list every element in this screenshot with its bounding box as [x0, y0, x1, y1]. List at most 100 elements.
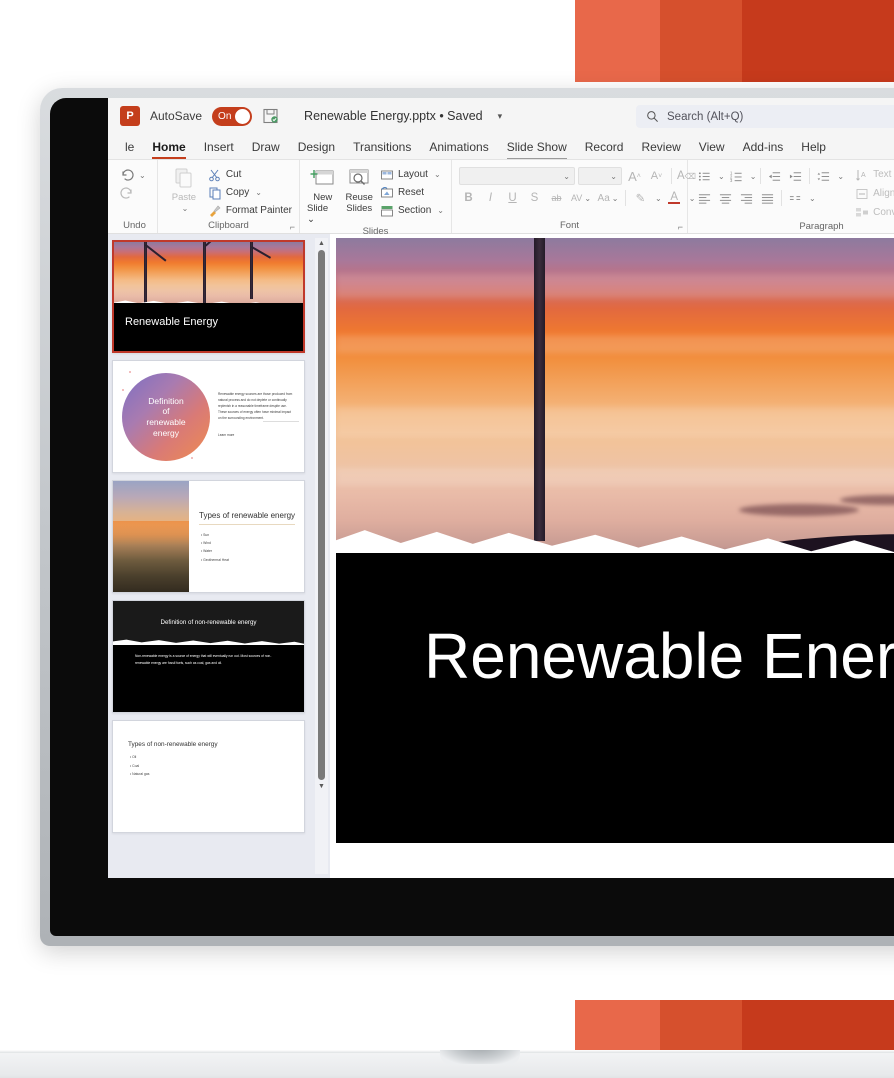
scroll-down-arrow-icon[interactable]: ▼ — [318, 781, 325, 792]
convert-to-smartart-button[interactable]: Convert to SmartArt ⌄ — [855, 204, 894, 221]
font-size-caret-icon[interactable]: ⌄ — [610, 172, 617, 181]
decrease-indent-button[interactable] — [765, 167, 784, 185]
paste-button[interactable]: Paste ⌄ — [165, 163, 203, 213]
font-dialog-launcher-icon[interactable]: ⌐ — [678, 222, 683, 232]
underline-button[interactable]: U — [503, 189, 522, 207]
font-color-button[interactable]: A — [665, 189, 684, 207]
numbering-button[interactable]: 123 — [727, 167, 746, 185]
reset-button[interactable]: Reset — [380, 184, 444, 201]
text-highlight-button[interactable]: ✎ — [631, 189, 650, 207]
italic-button[interactable]: I — [481, 189, 500, 207]
undo-arrow-icon[interactable] — [119, 167, 135, 183]
slide-thumbnail-5[interactable]: Types of non-renewable energy • Oil • Co… — [112, 720, 305, 833]
tab-help[interactable]: Help — [792, 138, 835, 159]
scissors-icon — [208, 168, 222, 182]
bullets-caret-icon[interactable]: ⌄ — [718, 172, 725, 181]
tab-home[interactable]: Home — [143, 138, 194, 159]
cut-button[interactable]: Cut — [208, 166, 292, 183]
decrease-font-size-button[interactable]: A ˅ — [647, 167, 666, 185]
clear-formatting-glyph: A — [677, 170, 685, 182]
tab-add-ins[interactable]: Add-ins — [734, 138, 793, 159]
slide-thumbnail-4[interactable]: Definition of non-renewable energy Non-r… — [112, 600, 305, 713]
font-name-caret-icon[interactable]: ⌄ — [563, 172, 570, 181]
align-left-button[interactable] — [695, 189, 714, 207]
save-icon[interactable] — [262, 107, 280, 125]
tab-review[interactable]: Review — [632, 138, 689, 159]
slide-thumbnail-2[interactable]: Definition of renewable energy Renewable… — [112, 360, 305, 473]
clipboard-dialog-launcher-icon[interactable]: ⌐ — [290, 222, 295, 232]
underline-glyph: U — [508, 192, 517, 204]
columns-caret-icon[interactable]: ⌄ — [809, 194, 816, 203]
tab-view[interactable]: View — [690, 138, 734, 159]
layout-button[interactable]: Layout ⌄ — [380, 166, 444, 183]
tab-file[interactable]: le — [116, 138, 143, 159]
increase-indent-button[interactable] — [786, 167, 805, 185]
thumbnail-scrollbar[interactable]: ▲ ▼ — [315, 238, 328, 874]
font-size-select[interactable]: ⌄ — [578, 167, 622, 185]
tab-insert[interactable]: Insert — [195, 138, 243, 159]
numbering-caret-icon[interactable]: ⌄ — [750, 172, 757, 181]
scroll-up-arrow-icon[interactable]: ▲ — [318, 238, 325, 249]
format-painter-button[interactable]: Format Painter — [208, 202, 292, 219]
paste-caret-icon[interactable]: ⌄ — [182, 204, 189, 213]
reuse-slides-button[interactable]: Reuse Slides — [343, 163, 374, 215]
layout-caret-icon[interactable]: ⌄ — [434, 170, 441, 179]
section-caret-icon[interactable]: ⌄ — [437, 206, 444, 215]
tab-animations[interactable]: Animations — [420, 138, 497, 159]
tab-transitions[interactable]: Transitions — [344, 138, 420, 159]
undo-caret-icon[interactable]: ⌄ — [139, 171, 146, 180]
change-case-caret-icon[interactable]: ⌄ — [612, 194, 619, 203]
ribbon-group-font: ⌄ ⌄ A ˄ A ˅ A ⌫ B I U S ab AV ⌄ Aa ⌄ ✎ ⌄… — [452, 160, 696, 233]
toggle-knob — [235, 108, 251, 124]
sunset-scene — [114, 242, 303, 351]
line-spacing-caret-icon[interactable]: ⌄ — [837, 172, 844, 181]
tab-record[interactable]: Record — [576, 138, 633, 159]
search-input[interactable]: Search (Alt+Q) — [636, 105, 894, 128]
text-shadow-button[interactable]: S — [525, 189, 544, 207]
align-right-button[interactable] — [737, 189, 756, 207]
change-case-button[interactable]: Aa ⌄ — [596, 189, 620, 207]
format-painter-label: Format Painter — [225, 205, 292, 216]
reuse-slides-label-2: Slides — [346, 202, 373, 214]
slide-thumbnail-3[interactable]: Types of renewable energy • Sun • Wind •… — [112, 480, 305, 593]
text-direction-button[interactable]: A Text Direction ⌄ — [855, 166, 894, 183]
strikethrough-button[interactable]: ab — [547, 189, 566, 207]
cut-label: Cut — [225, 169, 242, 180]
new-slide-button[interactable]: New Slide ⌄ — [307, 163, 338, 226]
title-caret-icon[interactable]: ▾ — [498, 111, 503, 122]
autosave-toggle[interactable]: On — [212, 106, 253, 126]
character-spacing-caret-icon[interactable]: ⌄ — [584, 194, 591, 203]
increase-font-size-button[interactable]: A ˄ — [625, 167, 644, 185]
highlight-caret-icon[interactable]: ⌄ — [655, 194, 662, 203]
tab-design[interactable]: Design — [289, 138, 344, 159]
copy-caret-icon[interactable]: ⌄ — [255, 188, 262, 197]
copy-icon — [208, 186, 222, 200]
scrollbar-thumb[interactable] — [318, 250, 325, 780]
bold-button[interactable]: B — [459, 189, 478, 207]
redo-arrow-icon[interactable] — [119, 185, 135, 201]
copy-button[interactable]: Copy ⌄ — [208, 184, 292, 201]
align-center-button[interactable] — [716, 189, 735, 207]
font-name-select[interactable]: ⌄ — [459, 167, 575, 185]
align-text-label: Align Text — [873, 188, 894, 199]
autosave-state: On — [218, 110, 232, 122]
tab-slide-show[interactable]: Slide Show — [498, 138, 576, 159]
section-button[interactable]: Section ⌄ — [380, 202, 444, 219]
bullets-button[interactable] — [695, 167, 714, 185]
powerpoint-logo-icon: P — [120, 106, 140, 126]
slide-5-content: Types of non-renewable energy • Oil • Co… — [113, 721, 304, 832]
align-text-button[interactable]: Align Text ⌄ — [855, 185, 894, 202]
divider — [625, 190, 626, 206]
decrease-font-size-glyph: A — [650, 170, 659, 182]
document-title[interactable]: Renewable Energy.pptx • Saved — [304, 109, 483, 123]
text-direction-label: Text Direction — [873, 169, 894, 180]
columns-button[interactable] — [786, 189, 805, 207]
tab-draw[interactable]: Draw — [243, 138, 289, 159]
slide-thumbnail-1[interactable]: Renewable Energy — [112, 240, 305, 353]
reset-label: Reset — [397, 187, 425, 198]
line-spacing-button[interactable] — [814, 167, 833, 185]
justify-button[interactable] — [758, 189, 777, 207]
active-slide[interactable]: Renewable Energy — [336, 238, 894, 843]
character-spacing-button[interactable]: AV ⌄ — [569, 189, 593, 207]
search-icon — [646, 110, 659, 123]
